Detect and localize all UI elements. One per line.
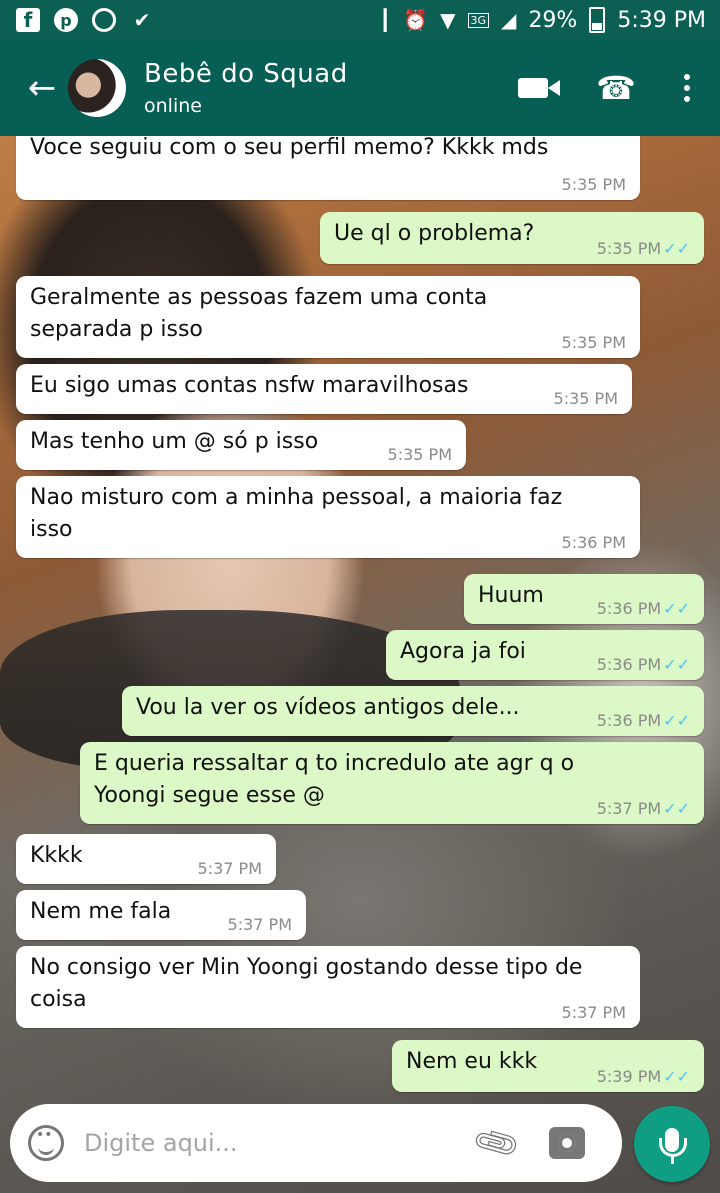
network-type: 3G (467, 12, 490, 28)
message-bubble-incoming[interactable]: Voce seguiu com o seu perfil memo? Kkkk … (16, 136, 640, 200)
contact-info[interactable]: Bebê do Squad online (144, 59, 348, 117)
message-bubble-incoming[interactable]: Eu sigo umas contas nsfw maravilhosas 5:… (16, 364, 632, 414)
mic-icon (659, 1128, 687, 1164)
message-time: 5:37 PM (596, 799, 662, 818)
message-bubble-incoming[interactable]: No consigo ver Min Yoongi gostando desse… (16, 946, 640, 1028)
message-text: E queria ressaltar q to incredulo ate ag… (94, 751, 575, 808)
message-time: 5:35 PM (553, 389, 618, 408)
read-ticks-icon: ✓✓ (663, 599, 690, 618)
chat-header: ← Bebê do Squad online ☎ (0, 40, 720, 136)
message-bubble-outgoing[interactable]: Huum 5:36 PM ✓✓ (464, 574, 704, 624)
contact-status: online (144, 95, 202, 117)
message-time: 5:37 PM (197, 859, 262, 878)
vibrate-icon: ┃ (379, 8, 392, 32)
emoji-icon[interactable] (28, 1125, 64, 1161)
message-time: 5:35 PM (561, 175, 626, 194)
video-call-icon[interactable] (518, 78, 561, 98)
facebook-icon: f (16, 8, 40, 32)
message-time: 5:35 PM (596, 239, 662, 258)
message-text: No consigo ver Min Yoongi gostando desse… (30, 955, 583, 1012)
message-bubble-incoming[interactable]: Geralmente as pessoas fazem uma conta se… (16, 276, 640, 358)
more-options-icon[interactable] (684, 74, 690, 102)
message-text: Eu sigo umas contas nsfw maravilhosas (30, 373, 469, 398)
message-text: Geralmente as pessoas fazem uma conta se… (30, 285, 488, 342)
message-bubble-outgoing[interactable]: Agora ja foi 5:36 PM ✓✓ (386, 630, 704, 680)
read-ticks-icon: ✓✓ (663, 655, 690, 674)
message-text: Nao misturo com a minha pessoal, a maior… (30, 485, 563, 542)
chrome-icon (92, 8, 116, 32)
message-composer: 📎︎ (10, 1104, 622, 1182)
wifi-icon: ▼ (440, 8, 456, 32)
avatar[interactable] (68, 59, 126, 117)
message-list[interactable]: Voce seguiu com o seu perfil memo? Kkkk … (0, 136, 720, 1096)
message-time: 5:36 PM (561, 533, 626, 552)
clock: 5:39 PM (617, 7, 706, 33)
read-ticks-icon: ✓✓ (663, 711, 690, 730)
download-icon: ✔ (133, 8, 151, 32)
read-ticks-icon: ✓✓ (663, 239, 690, 258)
camera-icon[interactable] (548, 1127, 585, 1159)
phone-icon[interactable]: ☎ (596, 69, 636, 107)
message-bubble-incoming[interactable]: Kkkk 5:37 PM (16, 834, 276, 884)
message-input[interactable] (82, 1128, 466, 1158)
alarm-icon: ⏰ (403, 8, 429, 32)
message-bubble-incoming[interactable]: Nem me fala 5:37 PM (16, 890, 306, 940)
message-bubble-outgoing[interactable]: Ue ql o problema? 5:35 PM ✓✓ (320, 212, 704, 264)
message-time: 5:35 PM (561, 333, 626, 352)
message-time: 5:37 PM (227, 915, 292, 934)
message-time: 5:39 PM (596, 1067, 662, 1086)
contact-name: Bebê do Squad (144, 59, 348, 89)
message-time: 5:35 PM (387, 445, 452, 464)
read-ticks-icon: ✓✓ (663, 799, 690, 818)
read-ticks-icon: ✓✓ (663, 1067, 690, 1086)
message-bubble-outgoing[interactable]: Nem eu kkk 5:39 PM ✓✓ (392, 1040, 704, 1092)
mic-button[interactable] (634, 1106, 710, 1182)
message-bubble-outgoing[interactable]: Vou la ver os vídeos antigos dele... 5:3… (122, 686, 704, 736)
message-bubble-outgoing[interactable]: E queria ressaltar q to incredulo ate ag… (80, 742, 704, 824)
message-time: 5:36 PM (596, 655, 662, 674)
message-time: 5:36 PM (596, 599, 662, 618)
status-bar: f p ✔ ┃ ⏰ ▼ 3G ◢ 29% 5:39 PM (0, 0, 720, 40)
message-bubble-incoming[interactable]: Mas tenho um @ só p isso 5:35 PM (16, 420, 466, 470)
attach-icon[interactable]: 📎︎ (469, 1116, 523, 1169)
message-text: Voce seguiu com o seu perfil memo? Kkkk … (30, 136, 549, 160)
battery-percent: 29% (528, 7, 578, 33)
message-bubble-incoming[interactable]: Nao misturo com a minha pessoal, a maior… (16, 476, 640, 558)
back-arrow-icon[interactable]: ← (24, 68, 60, 108)
battery-icon (589, 7, 606, 33)
pinterest-icon: p (54, 8, 78, 32)
message-time: 5:37 PM (561, 1003, 626, 1022)
signal-icon: ◢ (501, 8, 517, 32)
message-time: 5:36 PM (596, 711, 662, 730)
